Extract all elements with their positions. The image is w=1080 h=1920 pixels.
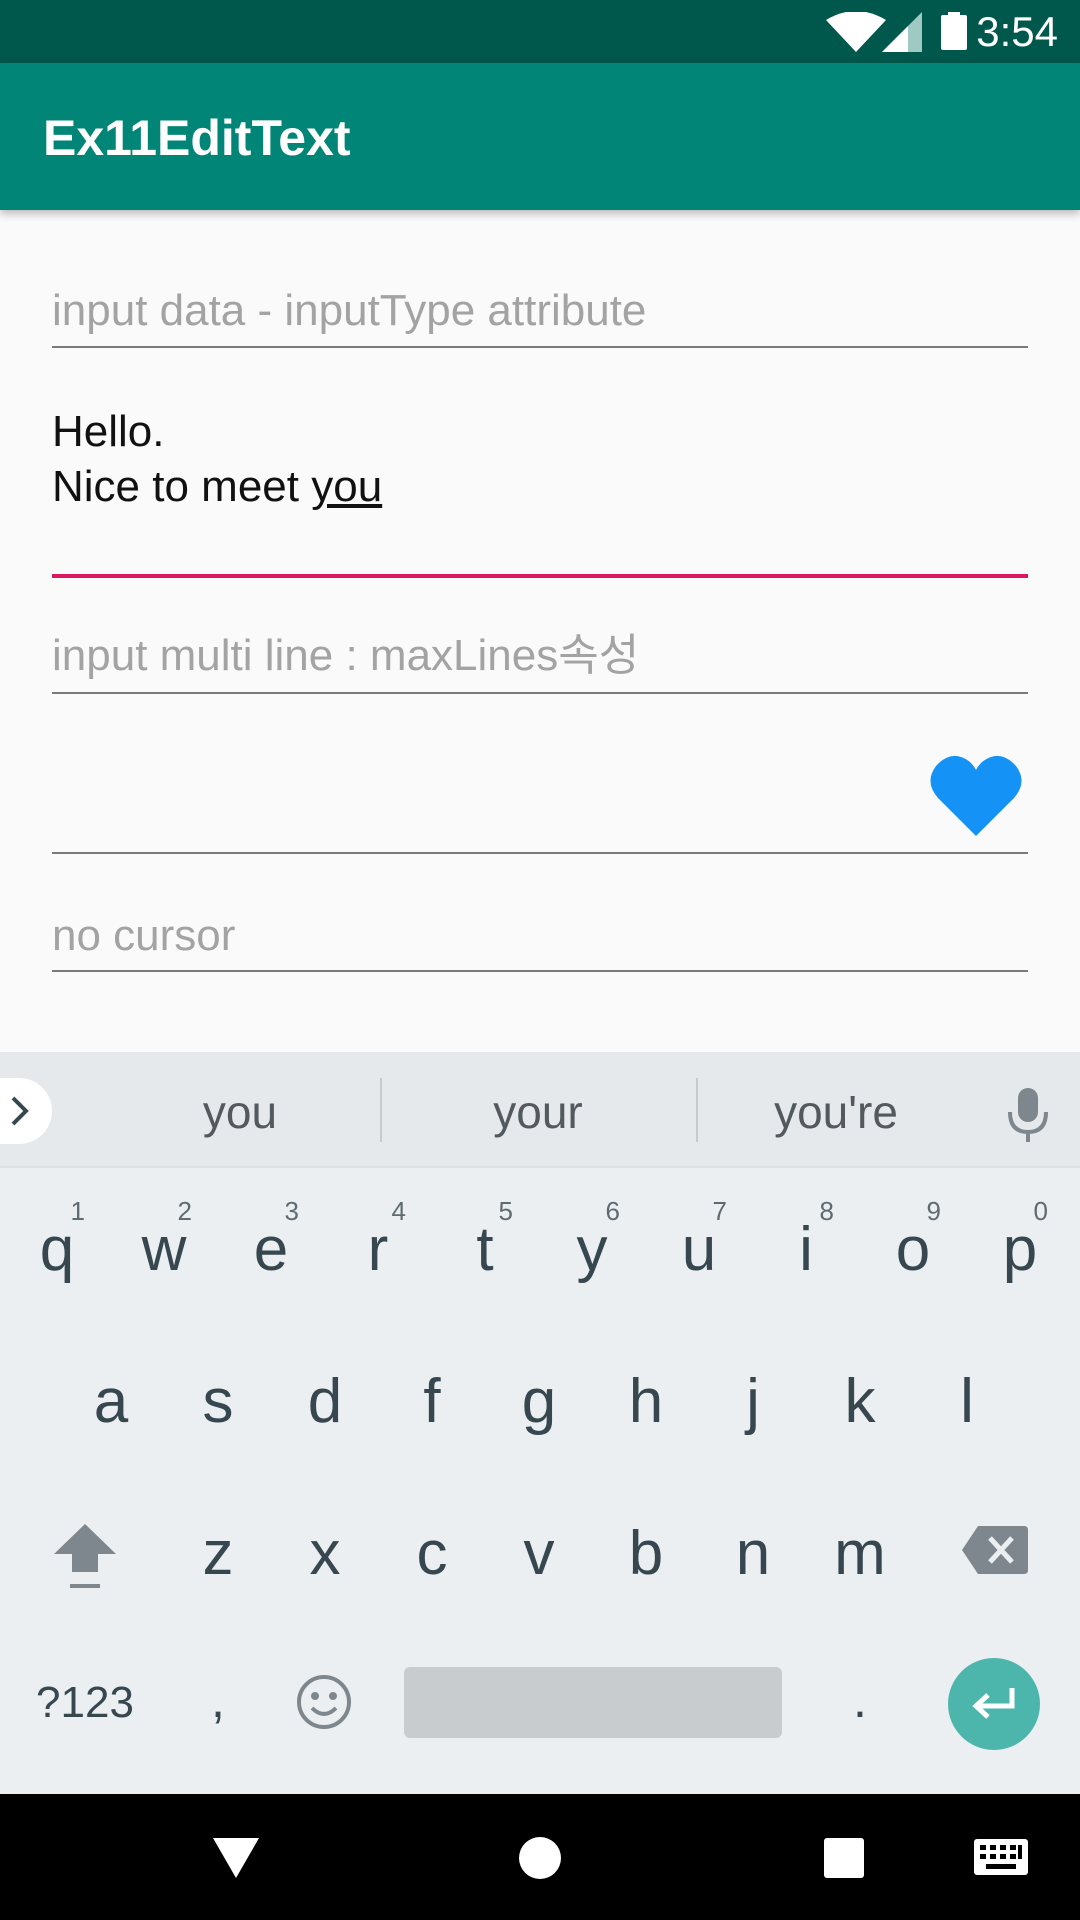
shift-key-icon[interactable] — [52, 1522, 118, 1592]
key-number: 6 — [605, 1196, 620, 1226]
key-number: 3 — [284, 1196, 299, 1226]
key-a[interactable]: a — [61, 1342, 161, 1462]
key-label: p — [1002, 1215, 1038, 1284]
key-label: u — [681, 1215, 717, 1284]
key-n[interactable]: n — [703, 1494, 803, 1614]
key-t[interactable]: t5 — [435, 1190, 535, 1310]
key-p[interactable]: p0 — [970, 1190, 1070, 1310]
key-number: 0 — [1033, 1196, 1048, 1226]
input-type-field-underline — [52, 346, 1028, 348]
key-l[interactable]: l — [917, 1342, 1017, 1462]
key-number: 4 — [391, 1196, 406, 1226]
key-z[interactable]: z — [168, 1494, 268, 1614]
key-m[interactable]: m — [810, 1494, 910, 1614]
key-label: r — [367, 1215, 389, 1284]
key-e[interactable]: e3 — [221, 1190, 321, 1310]
key-w[interactable]: w2 — [114, 1190, 214, 1310]
key-number: 7 — [712, 1196, 727, 1226]
emoji-key-icon[interactable] — [296, 1674, 352, 1730]
suggestion-1[interactable]: you — [140, 1082, 340, 1142]
key-f[interactable]: f — [382, 1342, 482, 1462]
suggestion-2[interactable]: your — [438, 1082, 638, 1142]
space-key[interactable] — [404, 1667, 782, 1738]
multiline-text-line2-prefix: Nice to meet — [52, 462, 312, 511]
key-x[interactable]: x — [275, 1494, 375, 1614]
back-icon[interactable] — [213, 1838, 259, 1878]
key-j[interactable]: j — [703, 1342, 803, 1462]
suggestion-3[interactable]: you're — [736, 1082, 936, 1142]
symbols-key[interactable]: ?123 — [20, 1670, 150, 1736]
key-label: q — [39, 1215, 75, 1284]
backspace-key-icon[interactable] — [962, 1526, 1028, 1574]
suggestion-separator — [380, 1078, 382, 1142]
key-number: 1 — [70, 1196, 85, 1226]
max-lines-field[interactable]: input multi line : maxLines속성 — [52, 630, 639, 682]
key-r[interactable]: r4 — [328, 1190, 428, 1310]
suggestion-divider — [0, 1166, 1080, 1168]
drawable-field-underline — [52, 852, 1028, 854]
key-label: t — [476, 1215, 494, 1284]
key-label: y — [576, 1215, 608, 1284]
key-number: 2 — [177, 1196, 192, 1226]
multiline-text-line2: Nice to meet you — [52, 459, 382, 514]
status-time: 3:54 — [976, 8, 1058, 55]
key-i[interactable]: i8 — [756, 1190, 856, 1310]
app-title: Ex11EditText — [43, 110, 351, 166]
battery-icon — [941, 12, 967, 50]
microphone-icon[interactable] — [1008, 1088, 1048, 1142]
key-q[interactable]: q1 — [7, 1190, 107, 1310]
key-label: o — [895, 1215, 931, 1284]
key-number: 8 — [819, 1196, 834, 1226]
key-g[interactable]: g — [489, 1342, 589, 1462]
key-k[interactable]: k — [810, 1342, 910, 1462]
heart-icon — [930, 755, 1022, 836]
suggestion-separator — [696, 1078, 698, 1142]
period-key[interactable]: . — [840, 1660, 880, 1740]
no-cursor-field[interactable]: no cursor — [52, 910, 235, 962]
chevron-right-icon — [11, 1096, 29, 1126]
enter-arrow-icon — [972, 1688, 1015, 1719]
key-label: i — [799, 1215, 813, 1284]
key-s[interactable]: s — [168, 1342, 268, 1462]
drawable-field[interactable] — [52, 740, 912, 850]
input-type-field[interactable]: input data - inputType attribute — [52, 285, 646, 337]
multiline-text-field[interactable]: Hello. Nice to meet you — [52, 404, 382, 514]
multiline-text-line1: Hello. — [52, 407, 165, 456]
comma-key[interactable]: , — [198, 1660, 238, 1740]
home-icon[interactable] — [518, 1836, 562, 1880]
no-cursor-field-underline — [52, 970, 1028, 972]
key-number: 9 — [926, 1196, 941, 1226]
composing-word: you — [311, 462, 383, 511]
key-o[interactable]: o9 — [863, 1190, 963, 1310]
recents-icon[interactable] — [824, 1838, 864, 1878]
key-b[interactable]: b — [596, 1494, 696, 1614]
wifi-icon — [826, 12, 886, 52]
key-v[interactable]: v — [489, 1494, 589, 1614]
keyboard-icon[interactable] — [974, 1839, 1028, 1875]
multiline-field-focus-underline — [52, 574, 1028, 578]
key-y[interactable]: y6 — [542, 1190, 642, 1310]
key-h[interactable]: h — [596, 1342, 696, 1462]
key-label: e — [253, 1215, 289, 1284]
key-c[interactable]: c — [382, 1494, 482, 1614]
signal-icon — [882, 12, 922, 52]
key-u[interactable]: u7 — [649, 1190, 749, 1310]
enter-key[interactable] — [948, 1658, 1040, 1750]
key-d[interactable]: d — [275, 1342, 375, 1462]
max-lines-field-underline — [52, 692, 1028, 694]
key-number: 5 — [498, 1196, 513, 1226]
